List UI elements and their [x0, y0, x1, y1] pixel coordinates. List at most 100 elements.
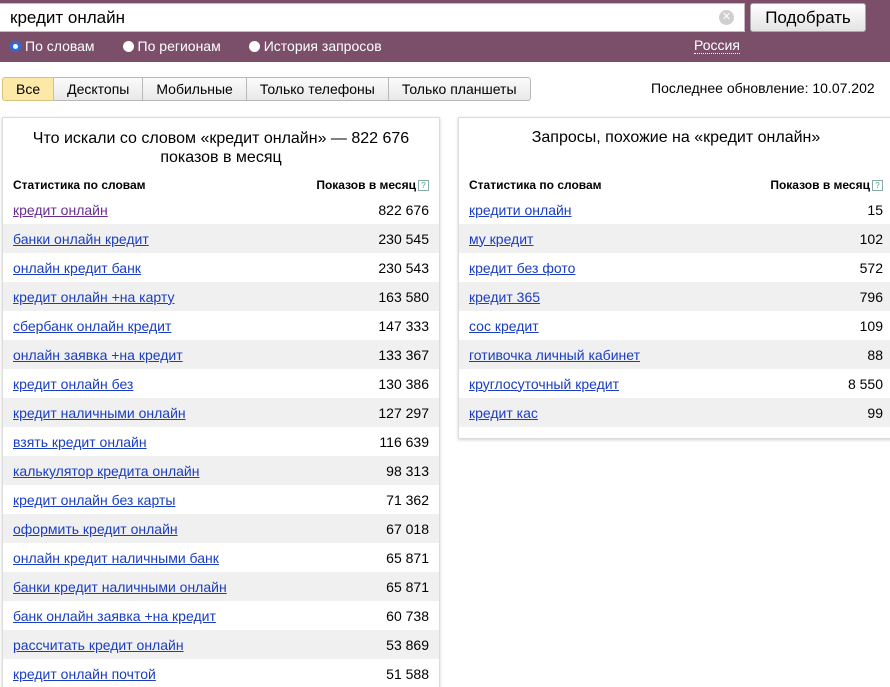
table-row: кредити онлайн 15 [459, 195, 890, 224]
keyword-link[interactable]: оформить кредит онлайн [13, 521, 178, 537]
region-link[interactable]: Россия [694, 37, 740, 54]
show-count: 147 333 [378, 317, 429, 334]
show-count: 127 297 [378, 404, 429, 421]
col-shows-header-wrap: Показов в месяц? [770, 178, 883, 192]
tab-all[interactable]: Все [2, 77, 55, 101]
keyword-link[interactable]: кредит онлайн без [13, 376, 133, 392]
table-row: кредит наличными онлайн 127 297 [3, 398, 439, 427]
keyword-list: кредит онлайн 822 676 банки онлайн кредит 2… [3, 195, 439, 687]
last-update-text: Последнее обновление: 10.07.202 [651, 80, 875, 96]
keyword-link[interactable]: банки кредит наличными онлайн [13, 579, 227, 595]
mode-label: По словам [25, 38, 95, 54]
tab-phones-only[interactable]: Только телефоны [246, 77, 389, 101]
show-count: 15 [867, 201, 883, 218]
clear-icon[interactable]: ✕ [719, 10, 734, 25]
keyword-link[interactable]: кредит онлайн без карты [13, 492, 175, 508]
table-row: круглосуточный кредит 8 550 [459, 369, 890, 398]
keyword-link[interactable]: кредит 365 [469, 289, 540, 305]
submit-button[interactable]: Подобрать [750, 3, 866, 32]
table-row: кредит кас 99 [459, 398, 890, 427]
mode-selector: По словам По регионам История запросов [10, 37, 410, 55]
search-input[interactable]: кредит онлайн [0, 3, 745, 32]
keyword-stats-panel: Что искали со словом «кредит онлайн» — 8… [2, 117, 440, 687]
tab-desktops[interactable]: Десктопы [54, 77, 144, 101]
keyword-link[interactable]: кредит наличными онлайн [13, 405, 186, 421]
table-row: рассчитать кредит онлайн 53 869 [3, 630, 439, 659]
table-row: банки кредит наличными онлайн 65 871 [3, 572, 439, 601]
table-row: сос кредит 109 [459, 311, 890, 340]
keyword-link[interactable]: онлайн кредит наличными банк [13, 550, 219, 566]
mode-by-words[interactable]: По словам [10, 38, 95, 54]
table-row: кредит онлайн без карты 71 362 [3, 485, 439, 514]
keyword-link[interactable]: кредит онлайн почтой [13, 666, 156, 682]
keyword-link[interactable]: сос кредит [469, 318, 539, 334]
help-icon[interactable]: ? [418, 180, 429, 192]
mode-label: История запросов [263, 38, 382, 54]
show-count: 102 [859, 230, 883, 247]
search-header: кредит онлайн ✕ Подобрать По словам По р… [0, 0, 890, 62]
help-icon[interactable]: ? [872, 180, 883, 192]
table-row: онлайн кредит банк 230 543 [3, 253, 439, 282]
show-count: 88 [867, 346, 883, 363]
col-shows-header: Показов в месяц [316, 178, 416, 192]
show-count: 99 [867, 404, 883, 421]
show-count: 822 676 [378, 201, 429, 218]
radio-selected-icon[interactable] [10, 40, 21, 52]
tab-mobile[interactable]: Мобильные [143, 77, 247, 101]
show-count: 133 367 [378, 346, 429, 363]
panel-title: Что искали со словом «кредит онлайн» — 8… [32, 130, 410, 166]
col-shows-header-wrap: Показов в месяц? [316, 178, 429, 192]
mode-by-regions[interactable]: По регионам [122, 38, 221, 54]
table-row: кредит онлайн без 130 386 [3, 369, 439, 398]
show-count: 163 580 [378, 288, 429, 305]
show-count: 230 543 [378, 259, 429, 276]
column-headers: Статистика по словам Показов в месяц? [3, 175, 439, 195]
table-row: сбербанк онлайн кредит 147 333 [3, 311, 439, 340]
col-words-header: Статистика по словам [469, 178, 602, 192]
table-row: банк онлайн заявка +на кредит 60 738 [3, 601, 439, 630]
table-row: онлайн кредит наличными банк 65 871 [3, 543, 439, 572]
show-count: 67 018 [386, 520, 429, 537]
show-count: 60 738 [386, 607, 429, 624]
keyword-link[interactable]: круглосуточный кредит [469, 376, 619, 392]
keyword-link[interactable]: кредит онлайн +на карту [13, 289, 174, 305]
table-row: кредит без фото 572 [459, 253, 890, 282]
col-words-header: Статистика по словам [13, 178, 146, 192]
table-row: калькулятор кредита онлайн 98 313 [3, 456, 439, 485]
show-count: 51 588 [386, 665, 429, 682]
show-count: 116 639 [379, 433, 429, 450]
radio-icon[interactable] [248, 40, 260, 52]
keyword-link[interactable]: кредити онлайн [469, 202, 572, 218]
keyword-link[interactable]: рассчитать кредит онлайн [13, 637, 184, 653]
keyword-link[interactable]: кредит без фото [469, 260, 575, 276]
show-count: 109 [859, 317, 883, 334]
table-row: кредит 365 796 [459, 282, 890, 311]
table-row: взять кредит онлайн 116 639 [3, 427, 439, 456]
keyword-link[interactable]: готивочка личный кабинет [469, 347, 640, 363]
keyword-link[interactable]: сбербанк онлайн кредит [13, 318, 171, 334]
col-shows-header: Показов в месяц [770, 178, 870, 192]
keyword-link[interactable]: калькулятор кредита онлайн [13, 463, 199, 479]
keyword-link[interactable]: му кредит [469, 231, 533, 247]
mode-query-history[interactable]: История запросов [248, 38, 382, 54]
show-count: 572 [859, 259, 883, 276]
keyword-link[interactable]: взять кредит онлайн [13, 434, 147, 450]
show-count: 65 871 [386, 578, 429, 595]
radio-icon[interactable] [122, 40, 134, 52]
show-count: 8 550 [847, 375, 883, 392]
table-row: кредит онлайн почтой 51 588 [3, 659, 439, 687]
show-count: 130 386 [378, 375, 429, 392]
keyword-link[interactable]: онлайн кредит банк [13, 260, 141, 276]
keyword-link[interactable]: кредит онлайн [13, 202, 108, 218]
tab-tablets-only[interactable]: Только планшеты [388, 77, 531, 101]
similar-queries-panel: Запросы, похожие на «кредит онлайн» Стат… [458, 117, 890, 439]
keyword-link[interactable]: онлайн заявка +на кредит [13, 347, 183, 363]
keyword-link[interactable]: кредит кас [469, 405, 538, 421]
show-count: 65 871 [386, 549, 429, 566]
table-row: кредит онлайн +на карту 163 580 [3, 282, 439, 311]
keyword-link[interactable]: банки онлайн кредит [13, 231, 149, 247]
column-headers: Статистика по словам Показов в месяц? [459, 175, 890, 195]
keyword-link[interactable]: банк онлайн заявка +на кредит [13, 608, 216, 624]
show-count: 53 869 [386, 636, 429, 653]
show-count: 796 [859, 288, 883, 305]
